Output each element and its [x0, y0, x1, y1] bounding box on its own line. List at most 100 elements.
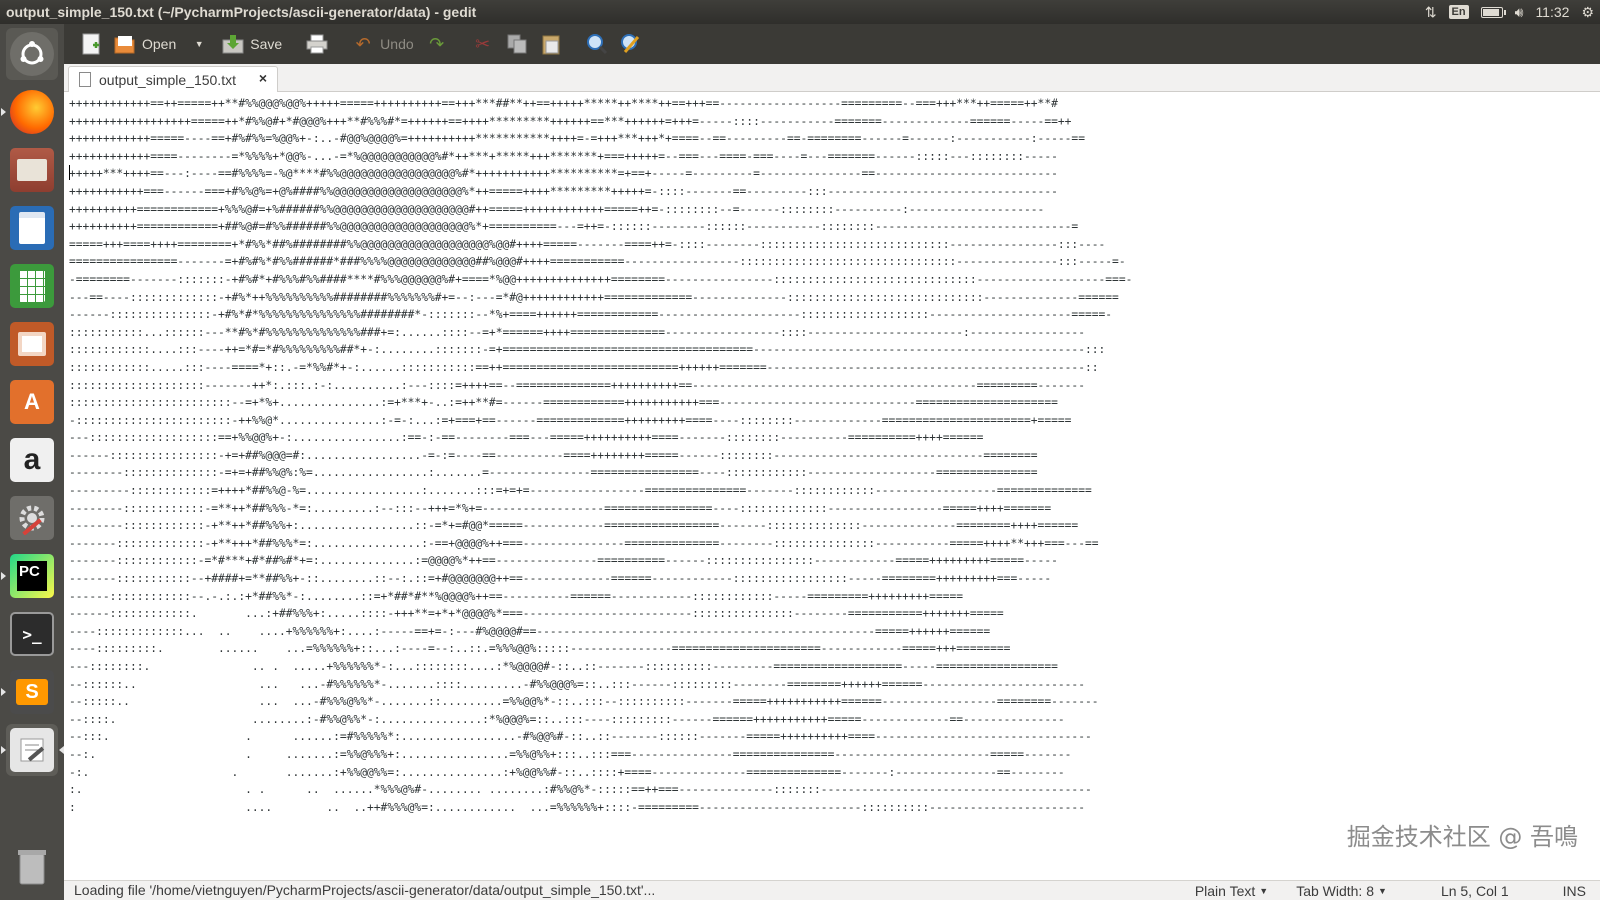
editor-line[interactable]: ================-------=+#%#%*#%%######*… — [69, 253, 1132, 271]
watermark: 掘金技术社区 @ 吾鳴 — [1346, 823, 1578, 851]
save-button[interactable]: Save — [216, 28, 288, 60]
editor-line[interactable]: -------::::::::::::-=*#***+#*##%#*+=:...… — [69, 552, 1132, 570]
calc-launcher[interactable] — [6, 260, 58, 312]
redo-button[interactable]: ↷ — [420, 28, 454, 60]
terminal-launcher[interactable]: >_ — [6, 608, 58, 660]
editor-line[interactable]: --------::::::::::::-+**++*##%%%+:......… — [69, 517, 1132, 535]
editor-line[interactable]: --::::. ........:-#%%@%%*-:.............… — [69, 711, 1132, 729]
editor-line[interactable]: ++++++++++============+%%%@#=+%######%%@… — [69, 201, 1132, 219]
clock[interactable]: 11:32 — [1535, 4, 1569, 20]
editor-line[interactable]: -========-------:::::::-+#%#*+#%%%#%%###… — [69, 271, 1132, 289]
cursor-position: Ln 5, Col 1 — [1440, 883, 1509, 899]
indicator-area: ⇅ En 🔊︎ 11:32 ⚙ — [1425, 0, 1594, 24]
close-tab-icon[interactable]: × — [259, 70, 267, 86]
copy-button[interactable] — [500, 28, 534, 60]
cut-icon: ✂ — [475, 33, 491, 54]
trash-launcher[interactable] — [6, 840, 58, 892]
editor-line[interactable]: --:::. . ......:=#%%%%%*:...............… — [69, 728, 1132, 746]
editor-line[interactable]: ++++++++++++====--------=*%%%%+*@@%-...-… — [69, 148, 1132, 166]
search-button[interactable] — [580, 28, 614, 60]
impress-launcher[interactable] — [6, 318, 58, 370]
editor-line[interactable]: =====+++====++++========+*#%%*##%#######… — [69, 236, 1132, 254]
editor-line[interactable]: ::::::::::::::::::::-------++*:.:::.:-:.… — [69, 377, 1132, 395]
trash-icon — [10, 844, 54, 888]
dash-home-icon — [10, 32, 54, 76]
editor-line[interactable]: +++++++++++===------===+#%%@%=+@%####%%@… — [69, 183, 1132, 201]
text-editor-icon — [10, 728, 54, 772]
editor-line[interactable]: ------::::::::::::::::-+=+##%@@@=#:.....… — [69, 447, 1132, 465]
amazon-launcher[interactable]: a — [6, 434, 58, 486]
editor-line[interactable]: ::::::::::::.....:::----====*+::.-=*%%#*… — [69, 359, 1132, 377]
text-editor-launcher[interactable] — [1, 724, 64, 776]
editor-line[interactable]: --------::::::::::::::-=+=+##%%@%:%=....… — [69, 464, 1132, 482]
software-center-launcher[interactable]: A — [6, 376, 58, 428]
editor-line[interactable]: ++++++++++++==++=====++**#%%@@@%@@%+++++… — [69, 95, 1132, 113]
chevron-down-icon: ▼ — [194, 39, 204, 49]
text-cursor — [69, 165, 70, 180]
tab-filename: output_simple_150.txt — [99, 71, 236, 88]
new-document-button[interactable] — [74, 28, 108, 60]
editor-line[interactable]: --:. . .......:=%%@%%%+:................… — [69, 746, 1132, 764]
editor-line[interactable]: ----:::::::::::::... .. ....+%%%%%%+:...… — [69, 623, 1132, 641]
firefox-launcher[interactable] — [1, 86, 58, 138]
status-right: Plain Text ▼ Tab Width: 8 ▼ Ln 5, Col 1 … — [1181, 881, 1600, 900]
print-button[interactable] — [300, 28, 334, 60]
document-tab[interactable]: output_simple_150.txt × — [68, 66, 278, 92]
editor-line[interactable]: ++++++++++++++++++=====++*#%%@#+*#@@@%++… — [69, 113, 1132, 131]
cut-button[interactable]: ✂ — [466, 28, 500, 60]
editor-line[interactable]: ++++++++++++=====----==+#%#%%=%@@%+-:..-… — [69, 130, 1132, 148]
editor-line[interactable]: ::::::::::::....:::----++=*#=*#%%%%%%%%%… — [69, 341, 1132, 359]
pycharm-icon: PC — [10, 554, 54, 598]
open-button[interactable]: Open — [108, 28, 182, 60]
editor-line[interactable]: ---------::::::::::::=++++*##%%@-%=.....… — [69, 482, 1132, 500]
editor-line[interactable]: ----:::::::::. ...... ...=%%%%%%+::...:-… — [69, 640, 1132, 658]
editor-line[interactable]: ------::::::::::::. ...:+##%%%+:.....:::… — [69, 605, 1132, 623]
editor-line[interactable]: : .... .. ..++#%%%@%=:............ ...=%… — [69, 799, 1132, 817]
impress-icon — [10, 322, 54, 366]
files-launcher[interactable] — [6, 144, 58, 196]
open-recent-dropdown[interactable]: ▼ — [182, 28, 216, 60]
text-editor-area[interactable]: ++++++++++++==++=====++**#%%@@@%@@%+++++… — [64, 92, 1600, 880]
editor-line[interactable]: :::::::::::...::::::---**#%*#%%%%%%%%%%%… — [69, 324, 1132, 342]
editor-line[interactable]: ::::::::::::::::::::::::--=+*%+.........… — [69, 394, 1132, 412]
find-replace-button[interactable] — [614, 28, 648, 60]
open-label: Open — [142, 36, 177, 52]
tab-width-selector[interactable]: Tab Width: 8 ▼ — [1282, 883, 1401, 899]
editor-line[interactable]: --------::::::::::::-=**++*##%%%-*=:....… — [69, 500, 1132, 518]
keyboard-layout-indicator[interactable]: En — [1448, 5, 1469, 19]
network-icon[interactable]: ⇅ — [1425, 4, 1437, 21]
editor-line[interactable]: -:. . .......:+%%@@%%=:...............:+… — [69, 764, 1132, 782]
editor-line[interactable]: --:::::.. ... ...-#%%%@%%*-.......::....… — [69, 693, 1132, 711]
editor-line[interactable]: ------::::::::::::--.-.:.:+*##%%*-:.....… — [69, 588, 1132, 606]
undo-button[interactable]: ↶ Undo — [346, 28, 419, 60]
language-label: Plain Text — [1194, 883, 1256, 899]
writer-icon — [10, 206, 54, 250]
terminal-icon: >_ — [10, 612, 54, 656]
editor-line[interactable]: :. . . .. ......*%%%@%#-........ .......… — [69, 781, 1132, 799]
battery-icon[interactable] — [1480, 6, 1506, 18]
editor-line[interactable]: -:::::::::::::::::::::::-++%%@*.........… — [69, 412, 1132, 430]
tab-width-label: Tab Width: 8 — [1296, 883, 1375, 899]
editor-line[interactable]: +++++***++++==---:----==#%%%%=-%@****#%%… — [69, 165, 1132, 183]
save-icon — [222, 33, 244, 55]
editor-text[interactable]: ++++++++++++==++=====++**#%%@@@%@@%+++++… — [69, 95, 1132, 816]
language-selector[interactable]: Plain Text ▼ — [1181, 883, 1282, 899]
volume-icon[interactable]: 🔊︎ — [1515, 4, 1524, 21]
sublime-launcher[interactable]: S — [1, 666, 58, 718]
launcher: A a PC >_ S — [0, 24, 64, 900]
editor-line[interactable]: --::::::.. ... ...-#%%%%%%*-.......::::.… — [69, 676, 1132, 694]
settings-gear-icon[interactable]: ⚙ — [1581, 4, 1594, 21]
editor-line[interactable]: ++++++++++============+##%@#=#%%######%%… — [69, 218, 1132, 236]
editor-line[interactable]: ---==----:::::::::::::-+#%*++%%%%%%%%%%#… — [69, 289, 1132, 307]
editor-line[interactable]: -------:::::::::::--+####+=**##%%+-::...… — [69, 570, 1132, 588]
system-settings-launcher[interactable] — [6, 492, 58, 544]
paste-button[interactable] — [534, 28, 568, 60]
writer-launcher[interactable] — [6, 202, 58, 254]
editor-line[interactable]: ---:::::::::::::::::::==+%%@@%+-:.......… — [69, 429, 1132, 447]
editor-line[interactable]: ---::::::::. .. . .....+%%%%%%*-:...::::… — [69, 658, 1132, 676]
editor-line[interactable]: ------:::::::::::::::-+#%*#*%%%%%%%%%%%%… — [69, 306, 1132, 324]
calc-icon — [10, 264, 54, 308]
pycharm-launcher[interactable]: PC — [1, 550, 58, 602]
dash-home-button[interactable] — [6, 28, 58, 80]
editor-line[interactable]: -------:::::::::::::-+**+++*##%%%*=:....… — [69, 535, 1132, 553]
